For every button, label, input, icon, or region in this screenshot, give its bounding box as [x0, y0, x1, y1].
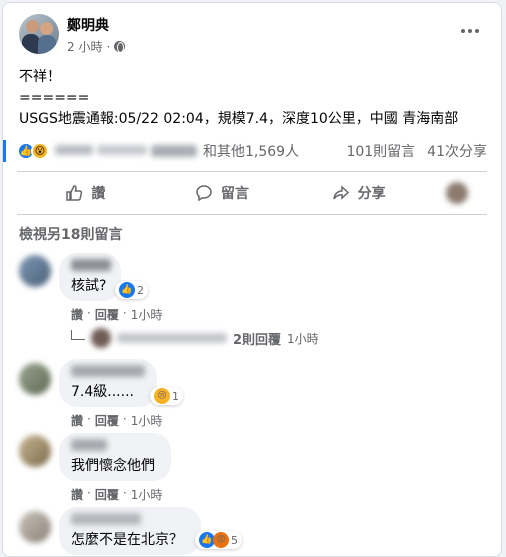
reactor-names[interactable] [55, 145, 197, 157]
comment-label: 留言 [221, 186, 249, 202]
comment-text: 7.4級...... [71, 384, 134, 400]
post-time[interactable]: 2 小時 [67, 38, 102, 55]
post-card: 鄭明典 2 小時 · 不祥！ ====== USGS地震通報:05/22 02:… [2, 2, 502, 557]
divider [17, 214, 487, 215]
comment-time[interactable]: 1小時 [131, 412, 163, 429]
like-label: 讚 [91, 186, 106, 202]
comment-reply-link[interactable]: 回覆 [95, 306, 119, 323]
share-label: 分享 [357, 186, 386, 202]
commenter-avatar[interactable] [19, 435, 51, 467]
view-more-comments[interactable]: 檢視另18則留言 [19, 224, 122, 244]
post-meta: 2 小時 · [67, 38, 126, 55]
commenter-avatar[interactable] [19, 511, 51, 543]
commenter-name[interactable] [71, 513, 141, 525]
share-button[interactable]: 分享 [290, 176, 427, 210]
comment-actions: 讚 · 回覆 · 1小時 [71, 486, 163, 503]
post-body: 不祥！ ====== USGS地震通報:05/22 02:04，規模7.4，深度… [19, 67, 458, 130]
reply-arrow-icon [71, 330, 85, 340]
divider [17, 171, 487, 172]
reactions-others[interactable]: 和其他1,569人 [203, 141, 299, 161]
comments-count[interactable]: 101則留言 [346, 141, 415, 161]
author-name[interactable]: 鄭明典 [67, 15, 109, 35]
comment-reactions[interactable]: 👍 2 [115, 281, 148, 299]
comment-reactions[interactable]: 👍 😡 5 [195, 531, 242, 549]
comment-bubble: 核試? [59, 253, 121, 301]
thumbs-up-icon [66, 185, 83, 201]
comment-reactions[interactable]: 😢 1 [150, 387, 183, 405]
comment-bubble: 怎麼不是在北京？ [59, 507, 201, 555]
view-replies[interactable]: 2則回覆 1小時 [71, 328, 319, 348]
comment-like-link[interactable]: 讚 [71, 412, 83, 429]
comment-text: 怎麼不是在北京？ [71, 532, 183, 548]
share-arrow-icon [332, 185, 349, 200]
replies-count[interactable]: 2則回覆 [233, 329, 281, 348]
more-dots-icon[interactable] [461, 29, 479, 33]
shares-count[interactable]: 41次分享 [427, 141, 487, 161]
post-line: ====== [19, 90, 90, 106]
comment-time[interactable]: 1小時 [131, 306, 163, 323]
comment-button[interactable]: 留言 [154, 176, 291, 210]
post-line: 不祥！ [19, 69, 61, 85]
commenter-name[interactable] [71, 259, 111, 271]
globe-icon [114, 41, 126, 53]
comment-actions: 讚 · 回覆 · 1小時 [71, 306, 163, 323]
comment-actions: 讚 · 回覆 · 1小時 [71, 412, 163, 429]
comment-like-link[interactable]: 讚 [71, 486, 83, 503]
commenter-avatar[interactable] [19, 255, 51, 287]
post-actions: 讚 留言 分享 [17, 176, 487, 210]
comment-text: 核試? [71, 278, 107, 294]
reactions-summary: 👍 😮 和其他1,569人 101則留言 41次分享 [17, 139, 495, 163]
angry-reaction-icon: 😡 [213, 532, 229, 548]
share-audience-selector[interactable] [427, 176, 487, 210]
like-button[interactable]: 讚 [17, 176, 154, 210]
comment-reply-link[interactable]: 回覆 [95, 486, 119, 503]
wow-reaction-icon[interactable]: 😮 [31, 142, 49, 160]
commenter-avatar[interactable] [19, 363, 51, 395]
comment-bubble: 我們懷念他們 [59, 433, 171, 481]
commenter-name[interactable] [71, 365, 145, 377]
comment-bubble: 7.4級...... [59, 359, 157, 407]
comment-reply-link[interactable]: 回覆 [95, 412, 119, 429]
replies-time: 1小時 [287, 331, 319, 346]
sad-reaction-icon: 😢 [154, 388, 170, 404]
commenter-name[interactable] [71, 439, 107, 451]
comment-like-link[interactable]: 讚 [71, 306, 83, 323]
author-avatar[interactable] [19, 14, 59, 54]
comment-text: 我們懷念他們 [71, 458, 155, 474]
focus-indicator [3, 140, 6, 162]
like-reaction-icon: 👍 [119, 282, 135, 298]
comment-time[interactable]: 1小時 [131, 486, 163, 503]
speech-bubble-icon [196, 185, 212, 202]
post-line: USGS地震通報:05/22 02:04，規模7.4，深度10公里，中國 青海南… [19, 111, 459, 127]
